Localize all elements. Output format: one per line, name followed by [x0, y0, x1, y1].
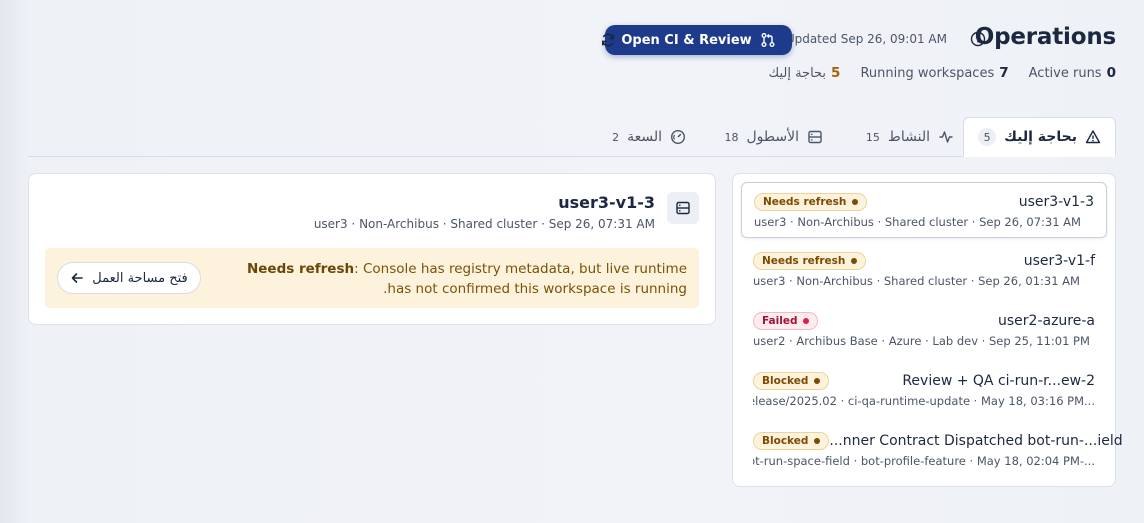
gauge-icon	[670, 129, 686, 145]
tab-needs-you[interactable]: بحاجة إليك 5	[963, 117, 1116, 157]
tab-label: الأسطول	[746, 129, 800, 145]
stat-active-runs: 0 Active runs	[1028, 65, 1116, 81]
tab-count: 15	[865, 130, 880, 144]
workspace-name: user2-azure-a	[998, 313, 1095, 329]
arrow-left-icon	[71, 273, 84, 283]
tab-fleet[interactable]: الأسطول 18	[711, 117, 838, 157]
notice-text: Needs refresh: Console has registry meta…	[227, 259, 687, 299]
tab-activity[interactable]: النشاط 15	[852, 117, 968, 157]
activity-icon	[939, 131, 953, 143]
status-badge: Blocked	[753, 372, 830, 390]
tab-count: 2	[612, 130, 620, 144]
server-icon	[808, 130, 822, 144]
workspace-name: user3-v1-3	[1018, 194, 1094, 210]
stat-running-workspaces: 7 Running workspaces	[860, 65, 1009, 81]
attention-list: Needs refresh user3-v1-3 user3 · Non-Arc…	[732, 173, 1123, 487]
run-name: ...nner Contract Dispatched bot-run-...i…	[829, 433, 1123, 449]
open-workspace-button[interactable]: فتح مساحة العمل	[57, 262, 201, 294]
status-badge: Needs refresh	[754, 193, 868, 211]
tab-count: 5	[978, 128, 997, 146]
server-icon	[667, 192, 699, 224]
detail-title: user3-v1-3	[558, 193, 655, 212]
needs-refresh-notice: Needs refresh: Console has registry meta…	[45, 248, 699, 308]
status-badge: Needs refresh	[753, 252, 867, 270]
tab-count: 18	[724, 130, 739, 144]
detail-meta: user3 · Non-Archibus · Shared cluster · …	[313, 217, 655, 231]
stats-bar: 0 Active runs 7 Running workspaces 5 بحاجة …	[768, 65, 1116, 81]
list-item[interactable]: Failed user2-azure-a user2 · Archibus Ba…	[741, 302, 1107, 358]
tab-label: النشاط	[887, 129, 930, 145]
run-meta: ...release/2025.02 · ci-qa-runtime-updat…	[753, 394, 1095, 408]
updated-timestamp: Updated Sep 26, 09:01 AM	[785, 32, 947, 46]
run-name: Review + QA ci-run-r...ew-2	[902, 373, 1095, 389]
status-badge: Failed	[753, 312, 819, 330]
list-item[interactable]: Blocked ...nner Contract Dispatched bot-…	[741, 422, 1123, 478]
status-badge: Blocked	[753, 432, 830, 450]
open-ci-review-button[interactable]: Open CI & Review	[605, 25, 792, 55]
warning-icon	[1085, 130, 1101, 144]
notice-message: : Console has registry metadata, but liv…	[354, 261, 687, 297]
page-title: Operations	[974, 24, 1116, 50]
list-item[interactable]: Needs refresh user3-v1-3 user3 · Non-Arc…	[741, 182, 1107, 238]
stat-needs-you: 5 بحاجة إليك	[768, 65, 841, 81]
info-icon[interactable]	[970, 31, 986, 47]
open-workspace-label: فتح مساحة العمل	[92, 270, 188, 286]
workspace-meta: user3 · Non-Archibus · Shared cluster · …	[754, 215, 1081, 229]
tab-label: بحاجة إليك	[1004, 129, 1077, 145]
list-item[interactable]: Blocked Review + QA ci-run-r...ew-2 ...r…	[741, 362, 1107, 418]
workspace-detail: user3-v1-3 user3 · Non-Archibus · Shared…	[28, 173, 716, 325]
tab-label: السعة	[627, 129, 662, 145]
git-pull-request-icon	[761, 33, 775, 47]
run-meta: ...-bot-run-space-field · bot-profile-fe…	[753, 454, 1095, 468]
workspace-name: user3-v1-f	[1023, 253, 1095, 269]
notice-label: Needs refresh	[246, 261, 355, 277]
ci-button-label: Open CI & Review	[621, 32, 752, 48]
refresh-icon[interactable]	[600, 32, 616, 48]
workspace-meta: user3 · Non-Archibus · Shared cluster · …	[753, 274, 1080, 288]
tab-capacity[interactable]: السعة 2	[598, 117, 700, 157]
workspace-meta: user2 · Archibus Base · Azure · Lab dev …	[753, 334, 1090, 348]
list-item[interactable]: Needs refresh user3-v1-f user3 · Non-Arc…	[741, 242, 1107, 298]
